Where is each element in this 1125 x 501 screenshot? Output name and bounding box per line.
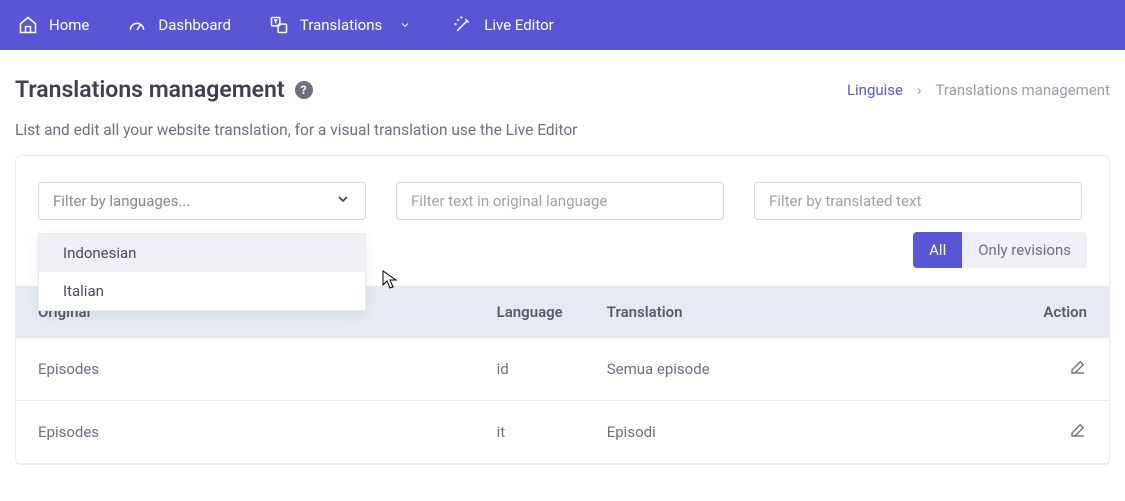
nav-home[interactable]: Home bbox=[18, 15, 89, 35]
nav-live-editor[interactable]: Live Editor bbox=[453, 15, 553, 35]
gauge-icon bbox=[127, 15, 147, 35]
language-option-italian[interactable]: Italian bbox=[39, 272, 365, 310]
cell-translation: Episodi bbox=[585, 401, 1000, 464]
page-subtitle: List and edit all your website translati… bbox=[0, 113, 1125, 155]
language-dropdown: Indonesian Italian bbox=[38, 233, 366, 311]
help-icon[interactable]: ? bbox=[295, 81, 313, 99]
table-row: Episodes id Semua episode bbox=[16, 338, 1109, 401]
table-row: Episodes it Episodi bbox=[16, 401, 1109, 464]
home-icon bbox=[18, 15, 38, 35]
language-option-indonesian[interactable]: Indonesian bbox=[39, 234, 365, 272]
language-filter-select[interactable]: Filter by languages... bbox=[38, 182, 366, 220]
chevron-down-icon bbox=[335, 191, 351, 211]
breadcrumb: Linguise › Translations management bbox=[847, 81, 1110, 99]
page-header: Translations management ? Linguise › Tra… bbox=[0, 50, 1125, 113]
nav-live-editor-label: Live Editor bbox=[484, 16, 553, 34]
edit-icon[interactable] bbox=[1069, 362, 1087, 380]
translate-icon bbox=[269, 15, 289, 35]
col-action: Action bbox=[1000, 286, 1109, 338]
breadcrumb-link[interactable]: Linguise bbox=[847, 81, 903, 99]
cell-language: id bbox=[475, 338, 585, 401]
filters-row: Filter by languages... Indonesian Italia… bbox=[16, 156, 1109, 232]
cell-original: Episodes bbox=[16, 338, 475, 401]
navbar: Home Dashboard Translations Live Editor bbox=[0, 0, 1125, 50]
nav-dashboard-label: Dashboard bbox=[158, 16, 231, 34]
translations-table: Original Language Translation Action Epi… bbox=[16, 286, 1109, 464]
original-text-filter[interactable] bbox=[396, 182, 724, 220]
toggle-revisions[interactable]: Only revisions bbox=[962, 232, 1087, 268]
cell-original: Episodes bbox=[16, 401, 475, 464]
nav-translations[interactable]: Translations bbox=[269, 15, 415, 35]
translated-text-filter[interactable] bbox=[754, 182, 1082, 220]
toggle-all[interactable]: All bbox=[913, 232, 962, 268]
language-filter-placeholder: Filter by languages... bbox=[53, 192, 190, 210]
revision-toggle: All Only revisions bbox=[913, 232, 1087, 268]
cell-translation: Semua episode bbox=[585, 338, 1000, 401]
nav-home-label: Home bbox=[49, 16, 89, 34]
breadcrumb-separator: › bbox=[917, 81, 922, 99]
magic-wand-icon bbox=[453, 15, 473, 35]
page-title: Translations management ? bbox=[15, 76, 313, 103]
nav-dashboard[interactable]: Dashboard bbox=[127, 15, 231, 35]
nav-translations-label: Translations bbox=[300, 16, 382, 34]
col-language: Language bbox=[475, 286, 585, 338]
col-translation: Translation bbox=[585, 286, 1000, 338]
chevron-down-icon bbox=[395, 15, 415, 35]
breadcrumb-current: Translations management bbox=[936, 81, 1110, 99]
cell-language: it bbox=[475, 401, 585, 464]
edit-icon[interactable] bbox=[1069, 425, 1087, 443]
language-filter-wrap: Filter by languages... Indonesian Italia… bbox=[38, 182, 366, 220]
page-title-text: Translations management bbox=[15, 76, 285, 103]
content-card: Filter by languages... Indonesian Italia… bbox=[15, 155, 1110, 465]
